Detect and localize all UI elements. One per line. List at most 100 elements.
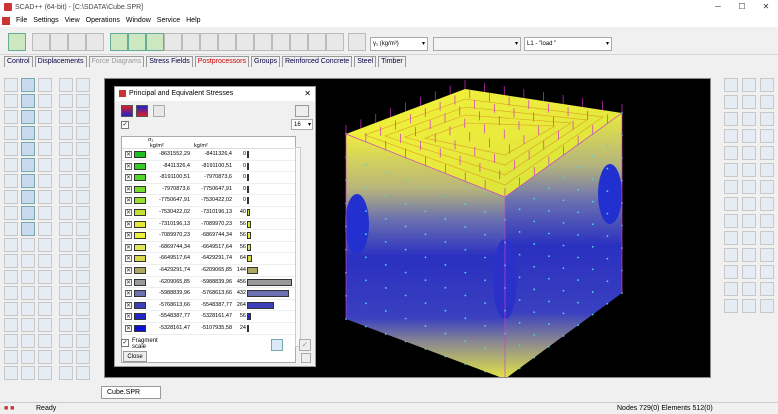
menu-file[interactable]: File — [13, 17, 30, 24]
fade-tool-3-icon[interactable] — [308, 33, 326, 51]
left-tool-beam-icon[interactable] — [21, 158, 35, 172]
left-tool-load-2-icon[interactable] — [38, 270, 52, 284]
tab-steel[interactable]: Steel — [354, 56, 377, 67]
left-tool-pointer-icon[interactable] — [4, 206, 18, 220]
left-tool-joint-icon[interactable] — [4, 286, 18, 300]
left-tool-node-icon[interactable] — [76, 206, 90, 220]
left-tool-slab-icon[interactable] — [38, 286, 52, 300]
menu-help[interactable]: Help — [183, 17, 203, 24]
left-tool-result-icon[interactable] — [21, 318, 35, 332]
left-tool-grid-2-icon[interactable] — [38, 126, 52, 140]
check-icon[interactable]: ✓ — [299, 339, 311, 351]
close-window-button[interactable]: ✕ — [754, 0, 778, 14]
disp-tool-3-icon[interactable] — [68, 33, 86, 51]
app-menu-icon[interactable] — [2, 16, 10, 25]
left-tool-grid-2-icon[interactable] — [38, 254, 52, 268]
table-tool-icon[interactable] — [254, 33, 272, 51]
left-tool-split-icon[interactable] — [38, 366, 52, 380]
legend-color-swatch[interactable] — [134, 255, 146, 263]
left-tool-plate-icon[interactable] — [38, 222, 52, 236]
left-tool-table-icon[interactable] — [38, 302, 52, 316]
fade-tool-icon[interactable] — [272, 33, 290, 51]
left-tool-curve-icon[interactable] — [38, 78, 52, 92]
right-tool-rotate-icon[interactable] — [724, 231, 738, 245]
right-tool-filter-icon[interactable] — [742, 129, 756, 143]
legend-row-checkbox[interactable]: ✕ — [125, 220, 132, 228]
close-button[interactable]: Close — [123, 351, 147, 362]
right-tool-view-iso-icon[interactable] — [760, 299, 774, 313]
right-tool-zoom-icon[interactable] — [760, 197, 774, 211]
right-tool-hide-icon[interactable] — [742, 248, 756, 262]
left-tool-hinge-icon[interactable] — [76, 142, 90, 156]
left-tool-rotate-icon[interactable] — [59, 350, 73, 364]
tab-postprocessors[interactable]: Postprocessors — [194, 56, 250, 67]
menu-operations[interactable]: Operations — [83, 17, 123, 24]
right-tool-export-icon[interactable] — [760, 282, 774, 296]
menu-settings[interactable]: Settings — [30, 17, 61, 24]
stress-tool-2-icon[interactable] — [128, 33, 146, 51]
left-tool-copy-icon[interactable] — [4, 366, 18, 380]
legend-row-checkbox[interactable]: ✕ — [125, 266, 132, 274]
stress-tool-icon[interactable] — [110, 33, 128, 51]
intervals-count-select[interactable]: 16 ▾ — [291, 119, 313, 130]
right-tool-view-iso-icon[interactable] — [724, 197, 738, 211]
left-tool-wall-icon[interactable] — [59, 158, 73, 172]
right-tool-view-front-icon[interactable] — [724, 78, 738, 92]
left-tool-hinge-icon[interactable] — [76, 270, 90, 284]
right-tool-fit-icon[interactable] — [760, 112, 774, 126]
left-tool-rotate-icon[interactable] — [59, 94, 73, 108]
left-tool-wall-icon[interactable] — [59, 286, 73, 300]
legend-color-swatch[interactable] — [134, 197, 146, 205]
color-palette-icon[interactable] — [121, 105, 133, 117]
right-tool-pan-icon[interactable] — [724, 112, 738, 126]
left-tool-slab-icon[interactable] — [38, 158, 52, 172]
right-tool-layer-icon[interactable] — [742, 265, 756, 279]
right-tool-color-icon[interactable] — [724, 265, 738, 279]
right-tool-show-icon[interactable] — [760, 248, 774, 262]
left-tool-frame-icon[interactable] — [21, 222, 35, 236]
right-tool-pan-icon[interactable] — [760, 214, 774, 228]
left-tool-load-icon[interactable] — [21, 142, 35, 156]
left-tool-nodes-icon[interactable] — [4, 350, 18, 364]
left-tool-beam-icon[interactable] — [21, 286, 35, 300]
disp-tool-icon[interactable] — [32, 33, 50, 51]
left-tool-curve-icon[interactable] — [38, 206, 52, 220]
legend-row-checkbox[interactable]: ✕ — [125, 301, 132, 309]
stress-tool-3-icon[interactable] — [146, 33, 164, 51]
model-tool-icon[interactable] — [8, 33, 26, 51]
right-tool-hide-icon[interactable] — [760, 129, 774, 143]
legend-row-checkbox[interactable]: ✕ — [125, 313, 132, 321]
fade-tool-4-icon[interactable] — [326, 33, 344, 51]
left-tool-chart-icon[interactable] — [76, 302, 90, 316]
left-tool-move-icon[interactable] — [76, 350, 90, 364]
left-tool-delete-icon[interactable] — [21, 366, 35, 380]
left-tool-chart-icon[interactable] — [76, 174, 90, 188]
right-tool-zoom-in-icon[interactable] — [724, 214, 738, 228]
legend-row-checkbox[interactable]: ✕ — [125, 324, 132, 332]
frame-tool-icon[interactable] — [348, 33, 366, 51]
left-tool-mesh-2-icon[interactable] — [21, 174, 35, 188]
right-tool-export-icon[interactable] — [724, 180, 738, 194]
left-tool-chart-2-icon[interactable] — [4, 318, 18, 332]
left-tool-table-2-icon[interactable] — [59, 174, 73, 188]
right-tool-fragment-icon[interactable] — [760, 231, 774, 245]
left-tool-joint-icon[interactable] — [4, 158, 18, 172]
stress-tool-7-icon[interactable] — [218, 33, 236, 51]
left-tool-support-icon[interactable] — [4, 142, 18, 156]
left-tool-copy-icon[interactable] — [4, 238, 18, 252]
menu-window[interactable]: Window — [123, 17, 154, 24]
legend-row-checkbox[interactable]: ✕ — [125, 208, 132, 216]
right-tool-print-icon[interactable] — [760, 163, 774, 177]
right-tool-view-top-icon[interactable] — [742, 197, 756, 211]
left-tool-split-icon[interactable] — [38, 110, 52, 124]
left-tool-element-2-icon[interactable] — [76, 126, 90, 140]
left-tool-plate-icon[interactable] — [38, 350, 52, 364]
stress-tool-4-icon[interactable] — [164, 33, 182, 51]
left-tool-nodes-icon[interactable] — [4, 94, 18, 108]
left-tool-support-icon[interactable] — [4, 270, 18, 284]
document-tab[interactable]: Cube.SPR — [101, 386, 161, 399]
left-tool-section-2-icon[interactable] — [76, 318, 90, 332]
left-tool-result-2-icon[interactable] — [38, 190, 52, 204]
left-tool-table-2-icon[interactable] — [59, 302, 73, 316]
legend-row-checkbox[interactable]: ✕ — [125, 151, 132, 158]
